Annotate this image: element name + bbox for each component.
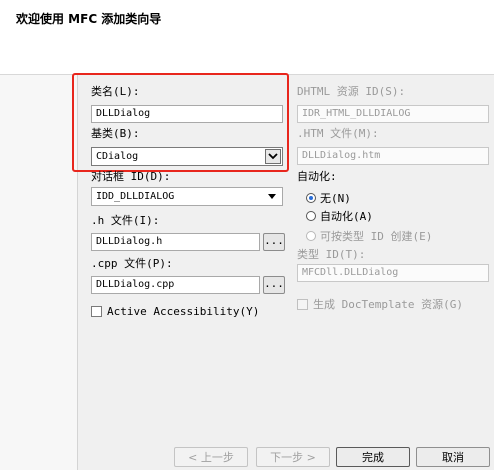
h-file-label: .h 文件(I): — [91, 214, 160, 227]
automation-label: 自动化: — [297, 170, 337, 183]
base-class-label: 基类(B): — [91, 127, 140, 140]
dialog-id-value: IDD_DLLDIALOG — [96, 191, 175, 202]
class-name-label: 类名(L): — [91, 85, 140, 98]
dhtml-resource-id-input[interactable]: IDR_HTML_DLLDIALOG — [297, 105, 489, 123]
base-class-value: CDialog — [96, 151, 139, 162]
wizard-nav-pane — [0, 75, 78, 470]
radio-automation-label: 自动化(A) — [320, 210, 373, 223]
wizard-title: 欢迎使用 MFC 添加类向导 — [16, 12, 162, 26]
cpp-file-input[interactable]: DLLDialog.cpp — [91, 276, 260, 294]
h-file-input[interactable]: DLLDialog.h — [91, 233, 260, 251]
active-accessibility-label: Active Accessibility(Y) — [107, 305, 260, 318]
radio-automation-creatable[interactable]: 可按类型 ID 创建(E) — [306, 228, 432, 244]
chevron-down-icon[interactable] — [265, 149, 281, 164]
doctemplate-label: 生成 DocTemplate 资源(G) — [313, 298, 463, 311]
class-name-input[interactable]: DLLDialog — [91, 105, 283, 123]
dialog-id-combo[interactable]: IDD_DLLDIALOG — [91, 187, 283, 206]
dhtml-resource-id-label: DHTML 资源 ID(S): — [297, 85, 406, 98]
checkbox-box[interactable] — [297, 298, 308, 310]
radio-none-label: 无(N) — [320, 192, 351, 205]
finish-button[interactable]: 完成 — [336, 447, 410, 467]
checkbox-box[interactable] — [91, 306, 102, 317]
next-button[interactable]: 下一步 > — [256, 447, 330, 467]
radio-automation-automation[interactable]: 自动化(A) — [306, 208, 373, 224]
htm-file-label: .HTM 文件(M): — [297, 127, 379, 140]
radio-icon[interactable] — [306, 211, 316, 221]
wizard-header: 欢迎使用 MFC 添加类向导 — [0, 0, 494, 75]
chevron-down-icon[interactable] — [266, 189, 278, 204]
radio-creatable-label: 可按类型 ID 创建(E) — [320, 230, 433, 243]
type-id-input[interactable]: MFCDll.DLLDialog — [297, 264, 489, 282]
type-id-label: 类型 ID(T): — [297, 248, 366, 261]
radio-selected-icon[interactable] — [306, 193, 316, 203]
h-file-browse-button[interactable]: ... — [263, 233, 285, 251]
cpp-file-browse-button[interactable]: ... — [263, 276, 285, 294]
dialog-id-label: 对话框 ID(D): — [91, 170, 171, 183]
radio-icon[interactable] — [306, 231, 316, 241]
cpp-file-label: .cpp 文件(P): — [91, 257, 173, 270]
active-accessibility-checkbox[interactable]: Active Accessibility(Y) — [91, 305, 259, 318]
htm-file-input[interactable]: DLLDialog.htm — [297, 147, 489, 165]
base-class-combo[interactable]: CDialog — [91, 147, 283, 166]
cancel-button[interactable]: 取消 — [416, 447, 490, 467]
doctemplate-checkbox[interactable]: 生成 DocTemplate 资源(G) — [297, 296, 463, 312]
back-button[interactable]: < 上一步 — [174, 447, 248, 467]
radio-automation-none[interactable]: 无(N) — [306, 190, 351, 206]
